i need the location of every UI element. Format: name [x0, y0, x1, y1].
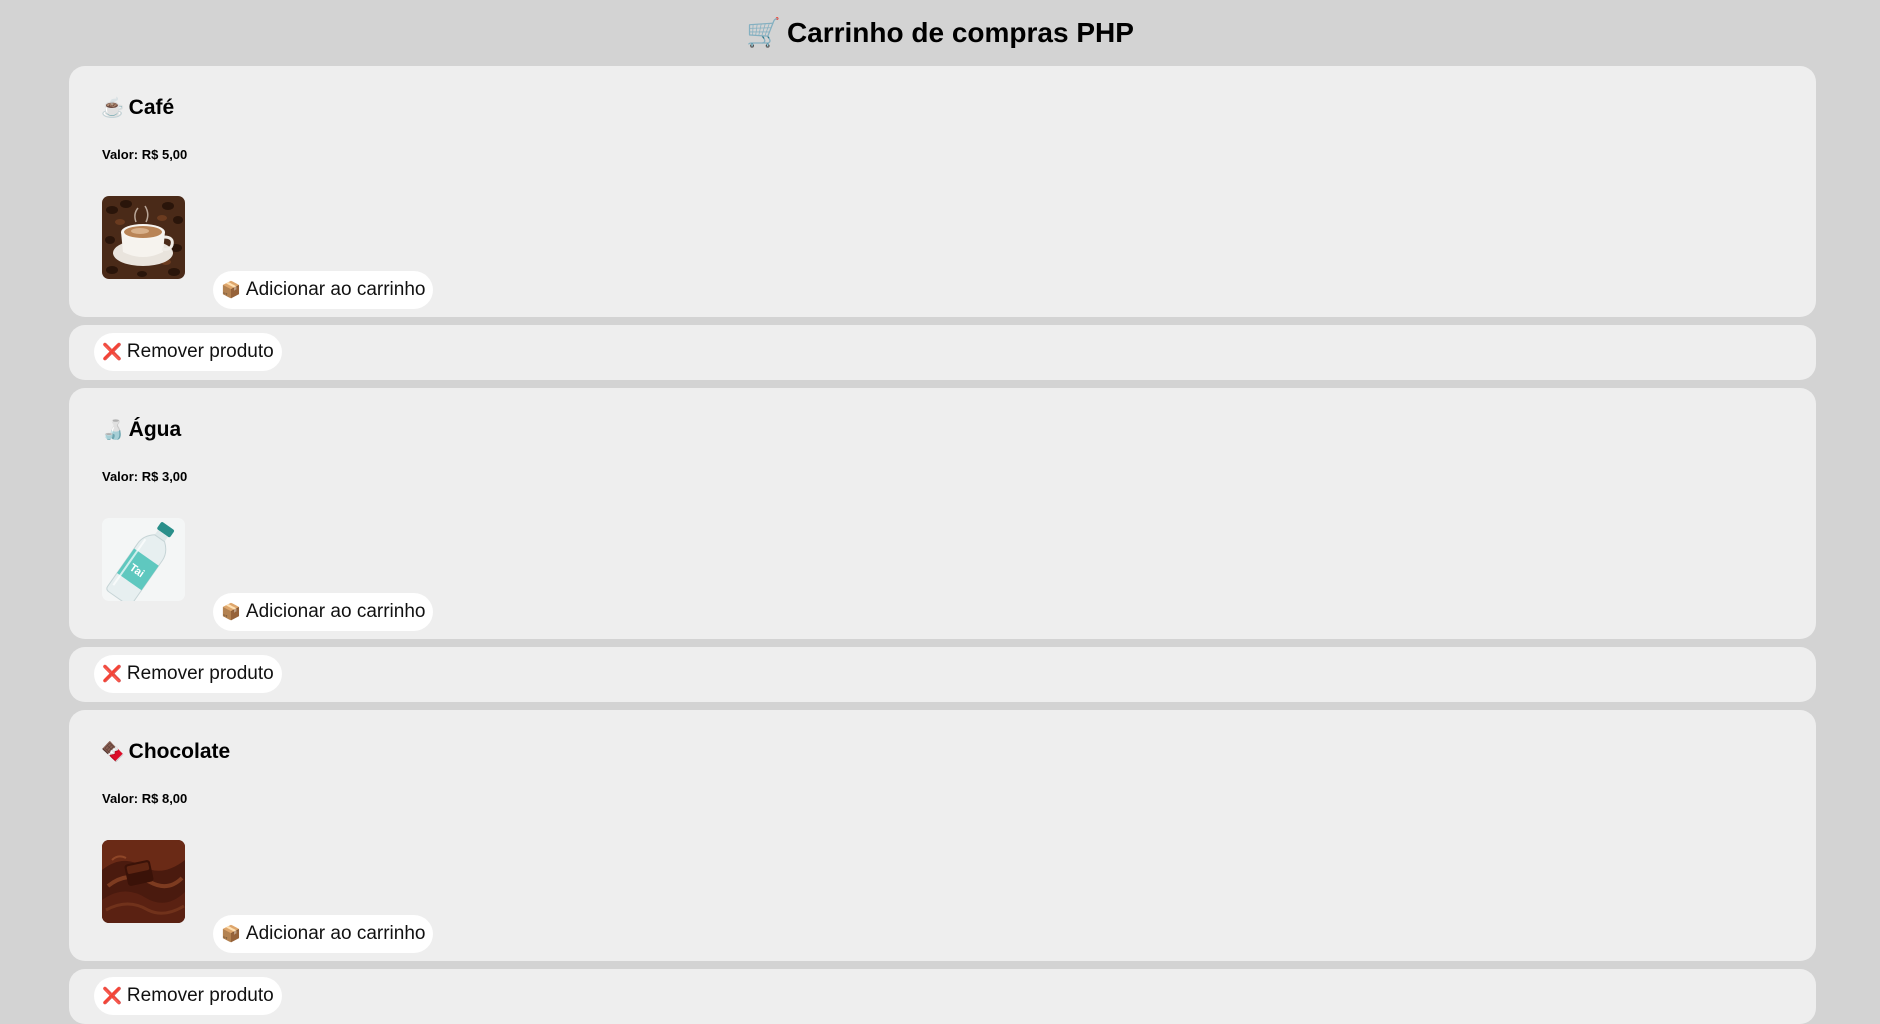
page-title-text: Carrinho de compras PHP [786, 17, 1134, 48]
product-name-text: Chocolate [128, 740, 231, 763]
product-card-cafe: ☕ Café Valor: R$ 5,00 📦 Adicionar ao car… [69, 66, 1816, 317]
product-card-agua: 🍶 Água Valor: R$ 3,00 Tai 📦 Adicionar ao c… [69, 388, 1816, 639]
remove-product-label: Remover produto [126, 663, 274, 684]
package-icon: 📦 [221, 282, 241, 299]
product-name-text: Água [128, 418, 182, 441]
close-x-icon: ❌ [102, 988, 122, 1005]
add-to-cart-label: Adicionar ao carrinho [245, 601, 426, 622]
remove-product-button[interactable]: ❌ Remover produto [94, 333, 282, 371]
add-to-cart-button[interactable]: 📦 Adicionar ao carrinho [213, 915, 434, 953]
product-name: 🍶 Água [101, 416, 181, 445]
add-to-cart-label: Adicionar ao carrinho [245, 923, 426, 944]
remove-product-button[interactable]: ❌ Remover produto [94, 655, 282, 693]
product-name: 🍫 Chocolate [101, 738, 230, 767]
remove-product-label: Remover produto [126, 985, 274, 1006]
remove-bar-chocolate: ❌ Remover produto [69, 969, 1816, 1024]
remove-product-button[interactable]: ❌ Remover produto [94, 977, 282, 1015]
remove-product-label: Remover produto [126, 341, 274, 362]
remove-bar-agua: ❌ Remover produto [69, 647, 1816, 702]
water-bottle-image: Tai [102, 518, 185, 601]
add-to-cart-label: Adicionar ao carrinho [245, 279, 426, 300]
chocolate-bar-icon: 🍫 [101, 742, 125, 763]
product-price: Valor: R$ 5,00 [102, 147, 188, 162]
package-icon: 📦 [221, 926, 241, 943]
remove-bar-cafe: ❌ Remover produto [69, 325, 1816, 380]
product-price: Valor: R$ 3,00 [102, 469, 188, 484]
product-name: ☕ Café [101, 94, 174, 123]
product-name-text: Café [128, 96, 175, 119]
page-title: 🛒 Carrinho de compras PHP [0, 14, 1880, 52]
chocolate-image [102, 840, 185, 923]
coffee-icon: ☕ [101, 98, 125, 119]
product-price: Valor: R$ 8,00 [102, 791, 188, 806]
shopping-cart-icon: 🛒 [746, 17, 781, 48]
add-to-cart-button[interactable]: 📦 Adicionar ao carrinho [213, 271, 434, 309]
close-x-icon: ❌ [102, 666, 122, 683]
water-bottle-icon: 🍶 [101, 420, 125, 441]
add-to-cart-button[interactable]: 📦 Adicionar ao carrinho [213, 593, 434, 631]
close-x-icon: ❌ [102, 344, 122, 361]
coffee-image [102, 196, 185, 279]
product-card-chocolate: 🍫 Chocolate Valor: R$ 8,00 📦 Adicionar ao … [69, 710, 1816, 961]
package-icon: 📦 [221, 604, 241, 621]
